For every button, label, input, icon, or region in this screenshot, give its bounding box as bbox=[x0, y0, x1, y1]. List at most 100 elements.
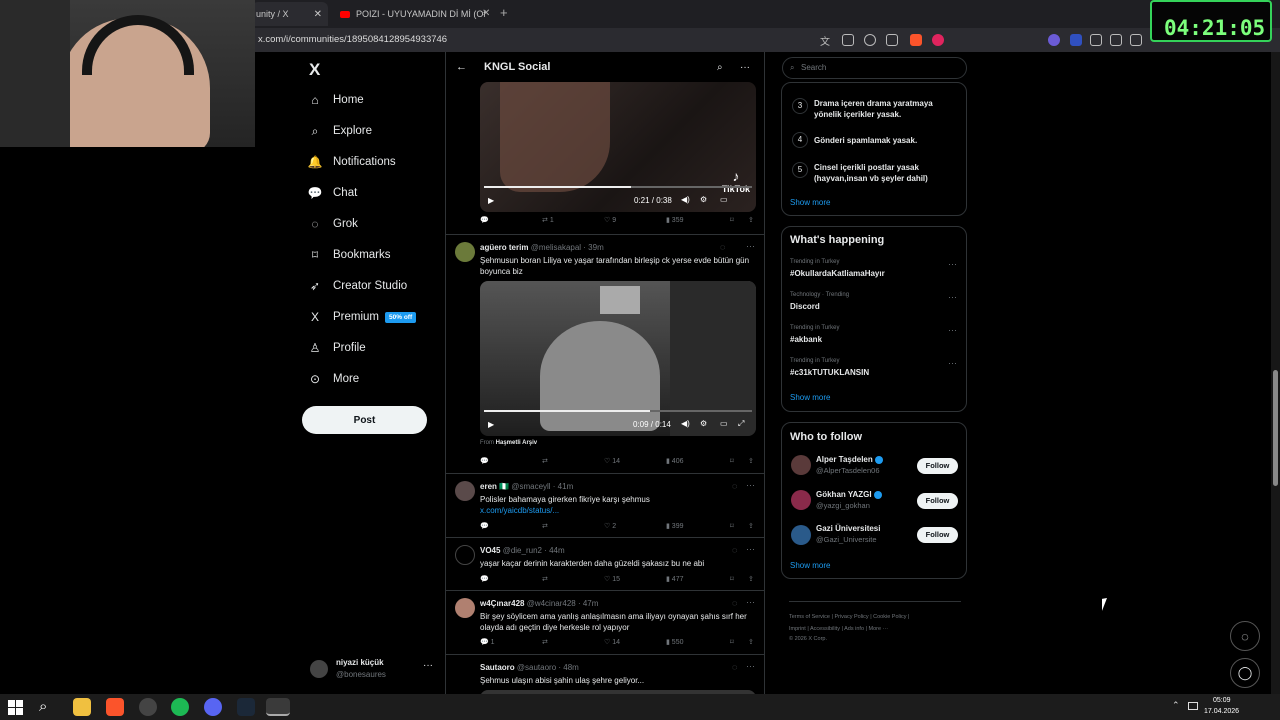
grok-button[interactable]: ◌ bbox=[1230, 621, 1260, 651]
tweet-author[interactable]: agüero terim @melisakapal · 39m bbox=[480, 243, 604, 252]
trend-name[interactable]: #akbank bbox=[790, 335, 822, 344]
grok-icon[interactable]: ◌ bbox=[732, 662, 737, 672]
reply-icon[interactable]: 💬 bbox=[480, 457, 489, 465]
nav-item-bookmarks[interactable]: ⌑ Bookmarks bbox=[308, 244, 391, 266]
trend-name[interactable]: #c31kTUTUKLANSIN bbox=[790, 368, 869, 377]
video-progress[interactable] bbox=[484, 186, 752, 188]
retweet-icon[interactable]: ⇄ bbox=[542, 522, 548, 530]
pip-icon[interactable]: ▭ bbox=[720, 419, 728, 428]
share-icon[interactable]: ⇪ bbox=[748, 638, 754, 646]
browser-tab[interactable]: POIZI - UYUYAMADIN Dİ Mİ (Official bbox=[334, 2, 494, 26]
zoom-icon[interactable] bbox=[864, 34, 876, 46]
footer-links[interactable]: Terms of Service | Privacy Policy | Cook… bbox=[789, 614, 909, 620]
extension-icon[interactable] bbox=[1048, 34, 1060, 46]
close-icon[interactable]: ✕ bbox=[314, 9, 322, 20]
post-button[interactable]: Post bbox=[302, 406, 427, 434]
grok-icon[interactable]: ◌ bbox=[732, 481, 737, 491]
views-icon[interactable]: ▮ 550 bbox=[666, 638, 683, 646]
puzzle-icon[interactable] bbox=[1110, 34, 1122, 46]
discord-icon[interactable] bbox=[204, 698, 222, 716]
extension-icon[interactable] bbox=[1090, 34, 1102, 46]
monitor-icon[interactable] bbox=[1188, 702, 1198, 710]
like-icon[interactable]: ♡ 9 bbox=[604, 216, 616, 224]
nav-item-explore[interactable]: ⌕ Explore bbox=[308, 120, 372, 142]
bookmark-icon[interactable]: ⌑ bbox=[730, 216, 734, 224]
follow-button[interactable]: Follow bbox=[917, 458, 958, 474]
grok-icon[interactable]: ◌ bbox=[720, 242, 725, 252]
share-icon[interactable]: ⇪ bbox=[748, 575, 754, 583]
tweet-author[interactable]: eren 🇳🇬 @smaceyll · 41m bbox=[480, 482, 573, 491]
tweet[interactable]: agüero terim @melisakapal · 39m ◌ ··· Şe… bbox=[446, 235, 764, 474]
avatar[interactable] bbox=[455, 481, 475, 501]
like-icon[interactable]: ♡ 2 bbox=[604, 522, 616, 530]
cast-icon[interactable] bbox=[842, 34, 854, 46]
more-icon[interactable]: ··· bbox=[740, 62, 750, 73]
play-icon[interactable]: ▶ bbox=[488, 420, 494, 429]
more-icon[interactable]: ··· bbox=[746, 544, 755, 554]
chevron-up-icon[interactable]: ⌃ bbox=[1172, 700, 1180, 711]
like-icon[interactable]: ♡ 15 bbox=[604, 575, 620, 583]
bookmark-icon[interactable]: ⌑ bbox=[730, 575, 734, 583]
avatar[interactable] bbox=[455, 242, 475, 262]
tweet[interactable]: VO45 @die_run2 · 44m ◌ ··· yaşar kaçar d… bbox=[446, 538, 764, 591]
reply-icon[interactable]: 💬 bbox=[480, 216, 489, 224]
show-more-link[interactable]: Show more bbox=[790, 393, 830, 402]
extension-icon[interactable] bbox=[1070, 34, 1082, 46]
grok-icon[interactable]: ◌ bbox=[732, 598, 737, 608]
avatar[interactable] bbox=[791, 525, 811, 545]
brave-shield-icon[interactable] bbox=[910, 34, 922, 46]
views-icon[interactable]: ▮ 399 bbox=[666, 522, 683, 530]
video-progress[interactable] bbox=[484, 410, 752, 412]
more-icon[interactable]: ··· bbox=[746, 480, 755, 490]
reply-icon[interactable]: 💬 bbox=[480, 575, 489, 583]
nav-item-more[interactable]: ⊙ More bbox=[308, 368, 359, 390]
share-icon[interactable]: ⇪ bbox=[748, 522, 754, 530]
tweet-author[interactable]: Sautaoro @sautaoro · 48m bbox=[480, 663, 579, 672]
search-input[interactable]: ⌕ Search bbox=[782, 57, 967, 79]
more-icon[interactable]: ··· bbox=[948, 325, 957, 335]
nav-item-profile[interactable]: ♙ Profile bbox=[308, 337, 366, 359]
close-icon[interactable]: ✕ bbox=[482, 8, 490, 19]
fullscreen-icon[interactable]: ⤢ bbox=[738, 419, 744, 429]
avatar[interactable] bbox=[791, 490, 811, 510]
grok-icon[interactable]: ◌ bbox=[732, 545, 737, 555]
avatar[interactable] bbox=[791, 455, 811, 475]
nav-item-home[interactable]: ⌂ Home bbox=[308, 89, 363, 111]
follow-suggestion-name[interactable]: Alper Taşdelen bbox=[816, 455, 883, 464]
tweet[interactable]: w4Çınar428 @w4cinar428 · 47m ◌ ··· Bir ş… bbox=[446, 591, 764, 655]
follow-button[interactable]: Follow bbox=[917, 493, 958, 509]
nav-item-creator-studio[interactable]: ➶ Creator Studio bbox=[308, 275, 407, 297]
rewards-icon[interactable] bbox=[932, 34, 944, 46]
nav-item-grok[interactable]: ◌ Grok bbox=[308, 213, 358, 235]
share-icon[interactable]: ⇪ bbox=[748, 216, 754, 224]
views-icon[interactable]: ▮ 477 bbox=[666, 575, 683, 583]
settings-icon[interactable]: ⚙ bbox=[700, 419, 707, 428]
footer-links[interactable]: Imprint | Accessibility | Ads info | Mor… bbox=[789, 626, 888, 632]
active-app-icon[interactable] bbox=[266, 698, 290, 716]
sidebar-icon[interactable] bbox=[1130, 34, 1142, 46]
share-icon[interactable] bbox=[886, 34, 898, 46]
brave-browser-icon[interactable] bbox=[106, 698, 124, 716]
file-explorer-icon[interactable] bbox=[73, 698, 91, 716]
reply-icon[interactable]: 💬 bbox=[480, 522, 489, 530]
scrollbar-thumb[interactable] bbox=[1273, 370, 1278, 486]
url-text[interactable]: x.com/i/communities/1895084128954933746 bbox=[258, 34, 447, 45]
follow-suggestion-name[interactable]: Gökhan YAZGI bbox=[816, 490, 882, 499]
tweet-link[interactable]: x.com/yaicdb/status/... bbox=[480, 505, 760, 516]
views-icon[interactable]: ▮ 359 bbox=[666, 216, 683, 224]
reply-icon[interactable]: 💬 1 bbox=[480, 638, 495, 646]
follow-button[interactable]: Follow bbox=[917, 527, 958, 543]
translate-icon[interactable]: 文 bbox=[820, 33, 832, 48]
tweet[interactable]: ♪ TikTok ▶ 0:21 / 0:38 ◀) ⚙ ▭ 💬 ⇄ 1 ♡ 9 … bbox=[446, 82, 764, 235]
tweet-author[interactable]: VO45 @die_run2 · 44m bbox=[480, 546, 565, 555]
bookmark-icon[interactable]: ⌑ bbox=[730, 522, 734, 530]
more-icon[interactable]: ··· bbox=[746, 661, 755, 671]
trend-name[interactable]: #OkullardaKatliamaHayır bbox=[790, 269, 885, 278]
settings-icon[interactable]: ⚙ bbox=[700, 195, 707, 204]
video-controls[interactable]: ▶ 0:21 / 0:38 ◀) ⚙ ▭ bbox=[480, 186, 756, 212]
retweet-icon[interactable]: ⇄ 1 bbox=[542, 216, 554, 224]
obs-icon[interactable] bbox=[139, 698, 157, 716]
back-arrow-icon[interactable]: ← bbox=[456, 61, 467, 73]
steam-icon[interactable] bbox=[237, 698, 255, 716]
trend-name[interactable]: Discord bbox=[790, 302, 820, 311]
